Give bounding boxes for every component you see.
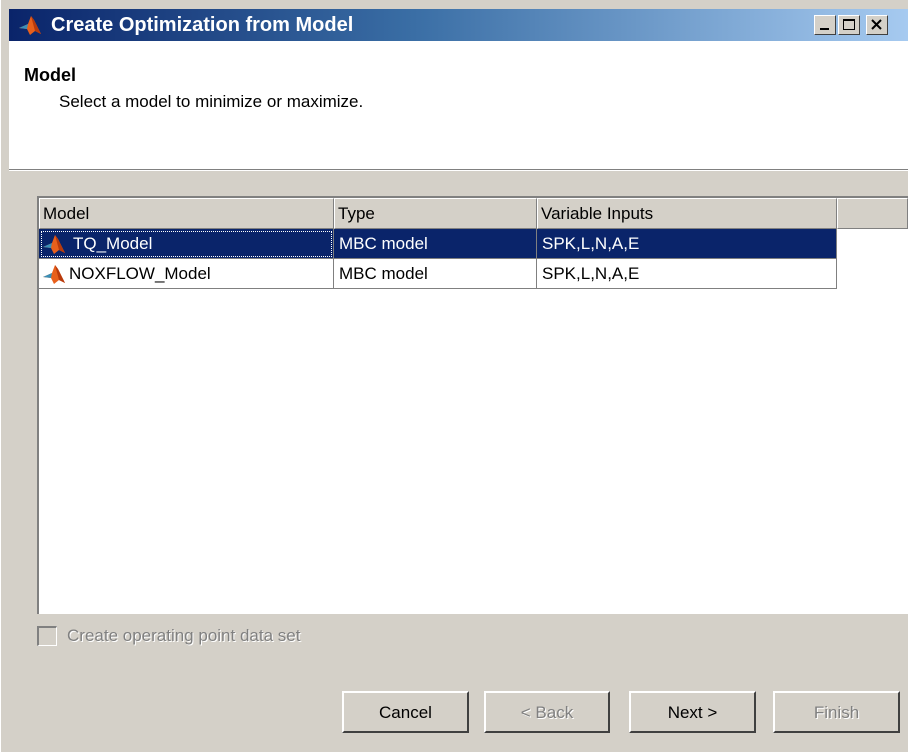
minimize-button[interactable] [814,15,836,35]
window-frame [0,0,9,752]
cancel-button[interactable]: Cancel [342,691,469,733]
column-header-model[interactable]: Model [39,198,334,229]
model-name: TQ_Model [73,234,153,253]
operating-point-label: Create operating point data set [67,626,301,645]
model-table[interactable]: Model Type Variable Inputs TQ_Model MBC … [37,196,908,614]
matlab-icon [19,16,41,35]
step-description: Select a model to minimize or maximize. [59,92,364,111]
model-type-cell[interactable]: MBC model [334,259,537,289]
model-name-cell[interactable]: NOXFLOW_Model [39,259,334,289]
matlab-model-icon [43,235,65,254]
next-button[interactable]: Next > [629,691,756,733]
close-icon [871,19,882,30]
back-button: < Back [484,691,610,733]
column-header-variable-inputs[interactable]: Variable Inputs [537,198,837,229]
title-bar[interactable]: Create Optimization from Model [9,9,908,41]
operating-point-checkbox [37,626,57,646]
step-title: Model [24,65,76,85]
variable-inputs-cell[interactable]: SPK,L,N,A,E [537,259,837,289]
model-name: NOXFLOW_Model [69,264,211,283]
close-button[interactable] [866,15,888,35]
column-header-filler [837,198,908,229]
matlab-model-icon [43,265,65,284]
maximize-button[interactable] [838,15,860,35]
model-type-cell[interactable]: MBC model [334,229,537,259]
variable-inputs-cell[interactable]: SPK,L,N,A,E [537,229,837,259]
minimize-icon [820,28,829,30]
model-name-cell[interactable]: TQ_Model [39,229,334,259]
wizard-header: Model Select a model to minimize or maxi… [9,41,908,169]
window-title: Create Optimization from Model [51,14,354,36]
column-header-type[interactable]: Type [334,198,537,229]
maximize-icon [843,19,855,30]
finish-button: Finish [773,691,900,733]
header-divider-highlight [9,170,908,171]
wizard-window: Create Optimization from Model Model Sel… [0,0,908,752]
